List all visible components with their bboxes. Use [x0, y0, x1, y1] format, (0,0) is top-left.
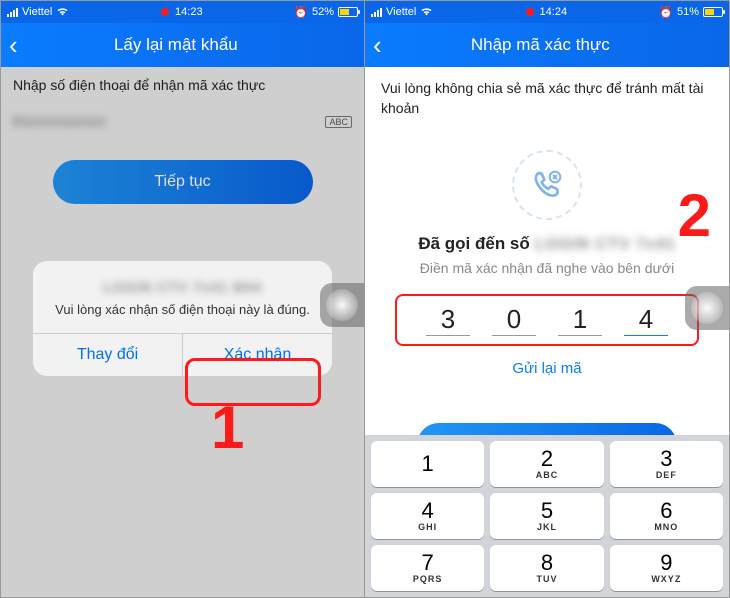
code-digit-2[interactable]: 0	[492, 304, 536, 336]
key-6[interactable]: 6MNO	[610, 493, 723, 539]
key-3[interactable]: 3DEF	[610, 441, 723, 487]
key-1[interactable]: 1	[371, 441, 484, 487]
assistive-touch-icon	[326, 289, 358, 321]
recording-icon	[161, 8, 169, 16]
called-phone-number: LOGIN CTV 7x41	[535, 236, 676, 254]
battery-icon	[338, 7, 358, 17]
code-input-row[interactable]: 3 0 1 4	[395, 294, 699, 346]
status-bar: Viettel 14:23 ⏰ 52%	[1, 1, 364, 23]
step-number-2: 2	[678, 181, 711, 250]
numeric-keyboard: 1 2ABC 3DEF 4GHI 5JKL 6MNO 7PQRS 8TUV 9W…	[365, 435, 729, 597]
alarm-icon: ⏰	[294, 6, 308, 19]
back-icon[interactable]: ‹	[373, 30, 382, 61]
time-label: 14:24	[540, 6, 568, 18]
key-8[interactable]: 8TUV	[490, 545, 603, 591]
assistive-touch-icon	[691, 292, 723, 324]
alert-message: Vui lòng xác nhận số điện thoại này là đ…	[49, 301, 316, 319]
wifi-icon	[420, 6, 433, 19]
page-title: Nhập mã xác thực	[390, 35, 691, 55]
highlight-confirm	[185, 358, 321, 406]
navigation-bar: ‹ Nhập mã xác thực	[365, 23, 729, 67]
called-number-heading: Đã gọi đến số LOGIN CTV 7x41	[365, 234, 729, 254]
change-button[interactable]: Thay đổi	[33, 334, 182, 376]
code-digit-3[interactable]: 1	[558, 304, 602, 336]
key-5[interactable]: 5JKL	[490, 493, 603, 539]
screen-password-recovery: Viettel 14:23 ⏰ 52% ‹ Lấy lại mật khẩu N…	[1, 1, 365, 597]
battery-percent: 51%	[677, 6, 699, 18]
carrier-label: Viettel	[22, 6, 52, 18]
screen-enter-code: Viettel 14:24 ⏰ 51% ‹ Nhập mã xác thực V…	[365, 1, 729, 597]
warning-text: Vui lòng không chia sẻ mã xác thực để tr…	[365, 67, 729, 130]
missed-call-icon	[512, 150, 582, 220]
navigation-bar: ‹ Lấy lại mật khẩu	[1, 23, 364, 67]
back-icon[interactable]: ‹	[9, 30, 18, 61]
alert-phone-number: LOGIN CTV 7x41 B04	[49, 279, 316, 295]
code-instruction: Điền mã xác nhận đã nghe vào bên dưới	[365, 260, 729, 276]
status-bar: Viettel 14:24 ⏰ 51%	[365, 1, 729, 23]
wifi-icon	[56, 6, 69, 19]
signal-icon	[371, 8, 382, 17]
carrier-label: Viettel	[386, 6, 416, 18]
resend-code-link[interactable]: Gửi lại mã	[365, 360, 729, 377]
signal-icon	[7, 8, 18, 17]
assistive-touch[interactable]	[685, 286, 729, 330]
alarm-icon: ⏰	[659, 6, 673, 19]
key-4[interactable]: 4GHI	[371, 493, 484, 539]
key-9[interactable]: 9WXYZ	[610, 545, 723, 591]
time-label: 14:23	[175, 6, 203, 18]
battery-percent: 52%	[312, 6, 334, 18]
assistive-touch[interactable]	[320, 283, 364, 327]
code-digit-1[interactable]: 3	[426, 304, 470, 336]
code-digit-4[interactable]: 4	[624, 304, 668, 336]
key-7[interactable]: 7PQRS	[371, 545, 484, 591]
battery-icon	[703, 7, 723, 17]
recording-icon	[526, 8, 534, 16]
step-number-1: 1	[211, 393, 244, 462]
key-2[interactable]: 2ABC	[490, 441, 603, 487]
page-title: Lấy lại mật khẩu	[26, 35, 326, 55]
